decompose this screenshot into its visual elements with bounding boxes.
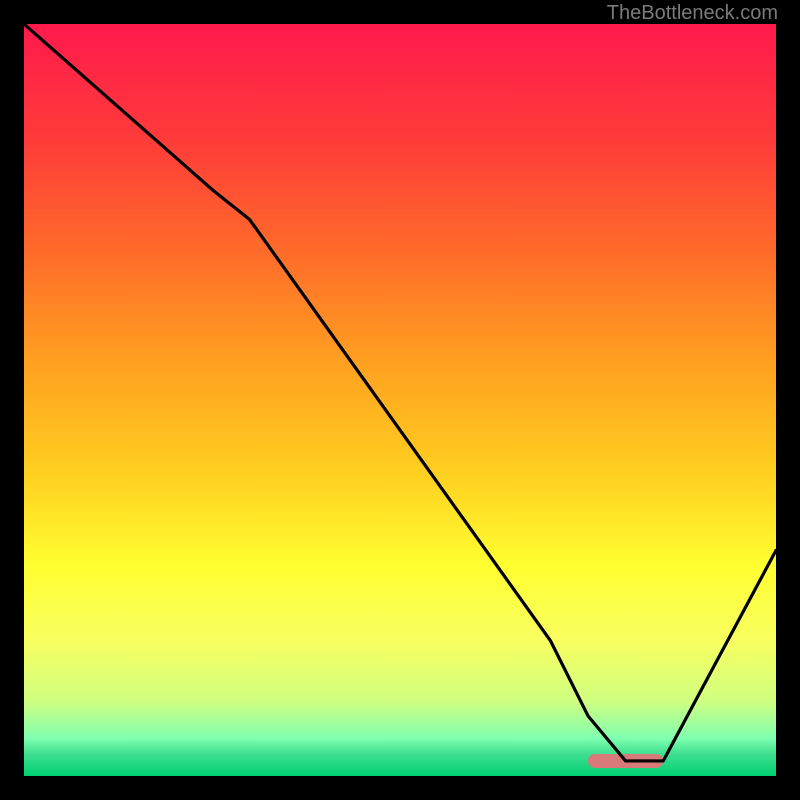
watermark-text: TheBottleneck.com <box>607 2 778 25</box>
chart-container <box>24 24 776 776</box>
gradient-background <box>24 24 776 776</box>
bottleneck-chart <box>24 24 776 776</box>
